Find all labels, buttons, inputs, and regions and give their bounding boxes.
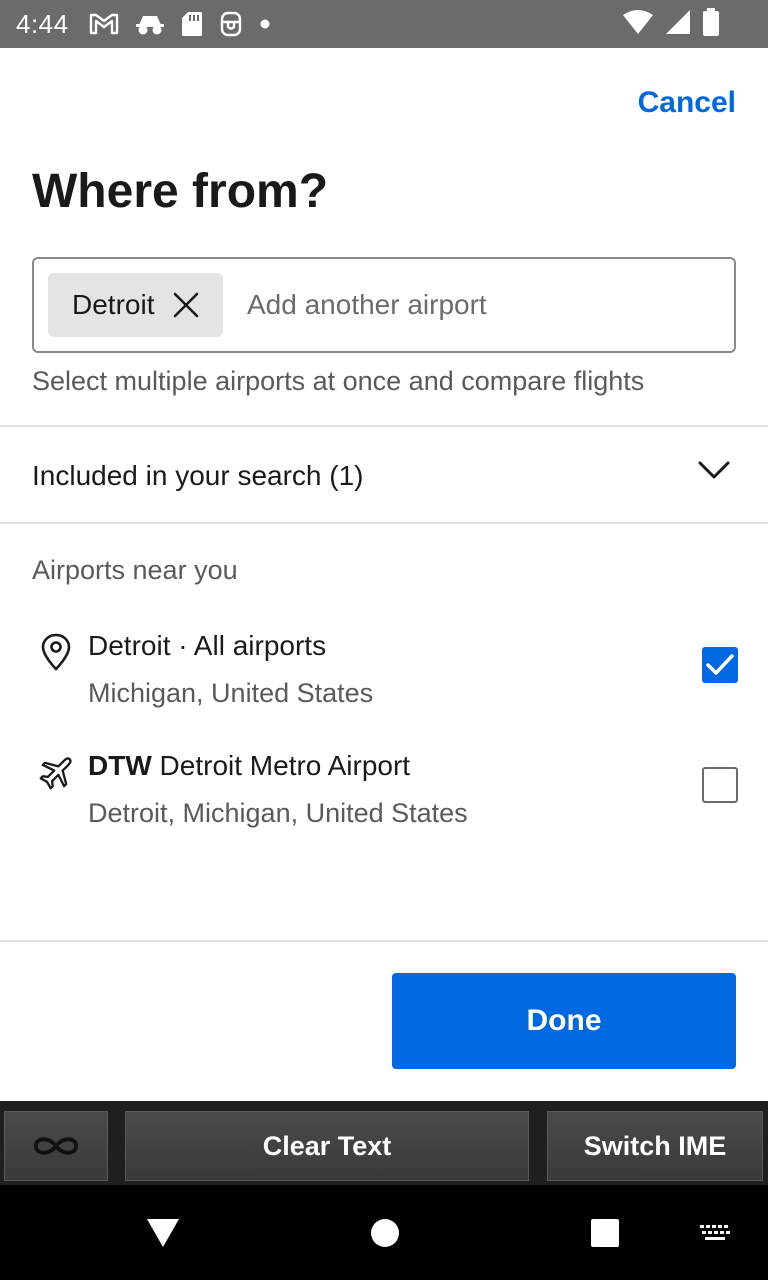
gmail-icon xyxy=(89,12,119,36)
chip-label: Detroit xyxy=(72,289,155,320)
ime-bar: Clear Text Switch IME xyxy=(0,1101,768,1185)
airport-subtitle: Michigan, United States xyxy=(88,678,374,708)
selected-airport-chip: Detroit xyxy=(48,273,223,337)
vpn-icon xyxy=(219,11,243,37)
infinity-icon xyxy=(33,1137,79,1155)
keyboard-icon xyxy=(700,1224,730,1240)
home-button[interactable] xyxy=(350,1185,420,1280)
location-pin-icon xyxy=(38,632,74,672)
chevron-down-icon xyxy=(698,460,730,485)
back-button[interactable] xyxy=(128,1185,198,1280)
divider xyxy=(0,940,768,942)
airport-name: Detroit Metro Airport xyxy=(159,750,411,781)
checkmark-icon xyxy=(706,654,734,675)
page-title: Where from? xyxy=(32,165,329,218)
airport-checkbox[interactable] xyxy=(702,647,738,683)
helper-text: Select multiple airports at once and com… xyxy=(32,366,645,396)
divider xyxy=(0,522,768,524)
done-button[interactable]: Done xyxy=(392,973,736,1069)
close-icon[interactable] xyxy=(170,289,202,321)
list-item[interactable]: DTW Detroit Metro Airport Detroit, Michi… xyxy=(0,740,768,850)
airport-title: Detroit · All airports xyxy=(88,630,327,661)
sd-card-icon xyxy=(181,11,203,37)
battery-icon xyxy=(702,7,720,41)
wifi-icon xyxy=(622,9,654,40)
add-airport-input[interactable] xyxy=(247,289,687,321)
airport-subtitle: Detroit, Michigan, United States xyxy=(88,798,468,828)
infinity-button[interactable] xyxy=(4,1111,108,1181)
cancel-button[interactable]: Cancel xyxy=(638,86,736,120)
status-bar: 4:44 xyxy=(0,0,768,48)
list-item[interactable]: Detroit · All airports Michigan, United … xyxy=(0,620,768,730)
included-label: Included in your search (1) xyxy=(32,460,364,491)
section-title-nearby: Airports near you xyxy=(32,555,238,585)
dot-icon xyxy=(259,18,271,30)
airport-search-field[interactable]: Detroit xyxy=(32,257,736,353)
incognito-icon xyxy=(135,12,165,36)
airport-title: DTW Detroit Metro Airport xyxy=(88,750,410,782)
back-triangle-icon xyxy=(147,1218,179,1247)
status-time: 4:44 xyxy=(16,8,69,39)
navigation-bar xyxy=(0,1185,768,1280)
clear-text-button[interactable]: Clear Text xyxy=(125,1111,529,1181)
recents-button[interactable] xyxy=(570,1185,640,1280)
cell-signal-icon xyxy=(664,9,692,40)
status-right xyxy=(622,0,720,48)
recents-square-icon xyxy=(591,1218,619,1247)
airplane-icon xyxy=(38,752,74,792)
airport-code: DTW xyxy=(88,750,152,781)
included-in-search-toggle[interactable]: Included in your search (1) xyxy=(0,428,768,524)
airport-checkbox[interactable] xyxy=(702,767,738,803)
switch-ime-button[interactable]: Switch IME xyxy=(547,1111,763,1181)
keyboard-button[interactable] xyxy=(690,1185,740,1280)
divider xyxy=(0,425,768,427)
home-circle-icon xyxy=(371,1218,399,1247)
